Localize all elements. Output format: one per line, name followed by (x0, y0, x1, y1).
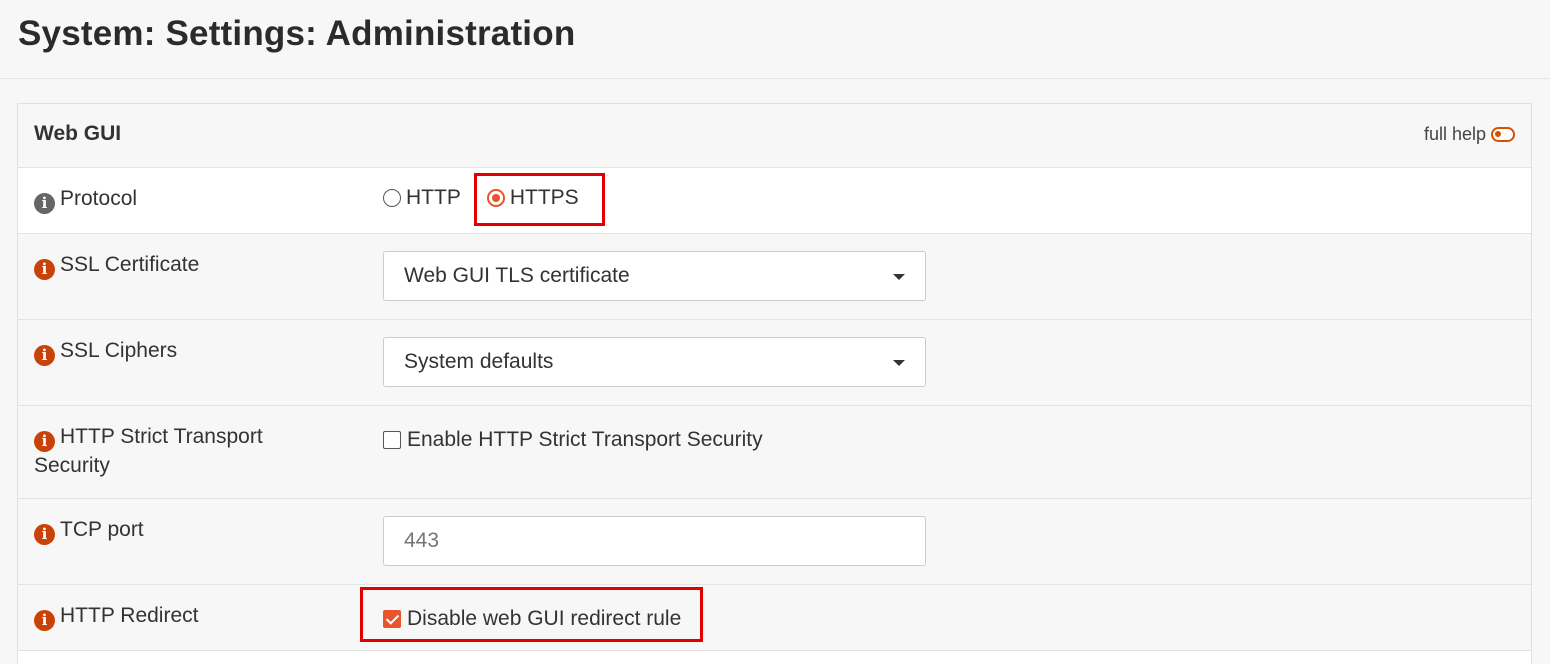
ssl-ciphers-select[interactable]: System defaults (383, 337, 926, 387)
row-ssl-ciphers: i SSL Ciphers System defaults (18, 320, 1531, 406)
chevron-down-icon (893, 360, 905, 366)
row-ssl-certificate: i SSL Certificate Web GUI TLS certificate (18, 234, 1531, 320)
hsts-checkbox-label: Enable HTTP Strict Transport Security (407, 428, 763, 451)
radio-http[interactable]: HTTP (383, 186, 461, 210)
radio-https[interactable]: HTTPS (486, 186, 579, 210)
web-gui-panel: Web GUI full help i Protocol HTTP HTTPS i… (17, 103, 1532, 664)
full-help-label: full help (1423, 124, 1486, 144)
page-title: System: Settings: Administration (18, 14, 576, 53)
http-redirect-label: i HTTP Redirect (34, 602, 334, 631)
radio-http-label: HTTP (406, 186, 461, 209)
hsts-label: i HTTP Strict Transport Security (34, 425, 263, 477)
hsts-checkbox[interactable]: Enable HTTP Strict Transport Security (383, 428, 763, 452)
row-protocol: i Protocol HTTP HTTPS (18, 168, 1531, 234)
protocol-label: i Protocol (34, 185, 334, 214)
info-icon[interactable]: i (34, 431, 55, 452)
radio-https-label: HTTPS (509, 186, 579, 209)
ssl-ciphers-label: i SSL Ciphers (34, 337, 334, 366)
info-icon[interactable]: i (34, 193, 55, 214)
ssl-certificate-label: i SSL Certificate (34, 251, 334, 280)
ssl-certificate-select[interactable]: Web GUI TLS certificate (383, 251, 926, 301)
section-header: Web GUI full help (18, 104, 1531, 168)
section-title: Web GUI (34, 122, 122, 145)
http-redirect-checkbox[interactable]: Disable web GUI redirect rule (383, 607, 681, 631)
full-help-toggle[interactable]: full help (1424, 124, 1515, 145)
http-redirect-checkbox-label: Disable web GUI redirect rule (407, 607, 682, 630)
checkbox-checked-icon[interactable] (383, 610, 401, 628)
ssl-ciphers-value: System defaults (404, 350, 554, 373)
info-icon[interactable]: i (34, 524, 55, 545)
ssl-certificate-value: Web GUI TLS certificate (404, 264, 630, 287)
row-hsts: i HTTP Strict Transport Security Enable H… (18, 406, 1531, 499)
radio-unchecked-icon[interactable] (383, 189, 401, 207)
info-icon[interactable]: i (34, 610, 55, 631)
toggle-off-icon[interactable] (1491, 127, 1515, 142)
tcp-port-label: i TCP port (34, 516, 334, 545)
tcp-port-input[interactable] (383, 516, 926, 566)
protocol-radio-group: HTTP HTTPS (383, 186, 605, 210)
row-tcp-port: i TCP port (18, 499, 1531, 585)
row-http-redirect: i HTTP Redirect Disable web GUI redirect … (18, 585, 1531, 651)
page-header: System: Settings: Administration (0, 0, 1550, 79)
checkbox-unchecked-icon[interactable] (383, 431, 401, 449)
info-icon[interactable]: i (34, 345, 55, 366)
radio-checked-icon[interactable] (486, 189, 505, 207)
info-icon[interactable]: i (34, 259, 55, 280)
chevron-down-icon (893, 274, 905, 280)
